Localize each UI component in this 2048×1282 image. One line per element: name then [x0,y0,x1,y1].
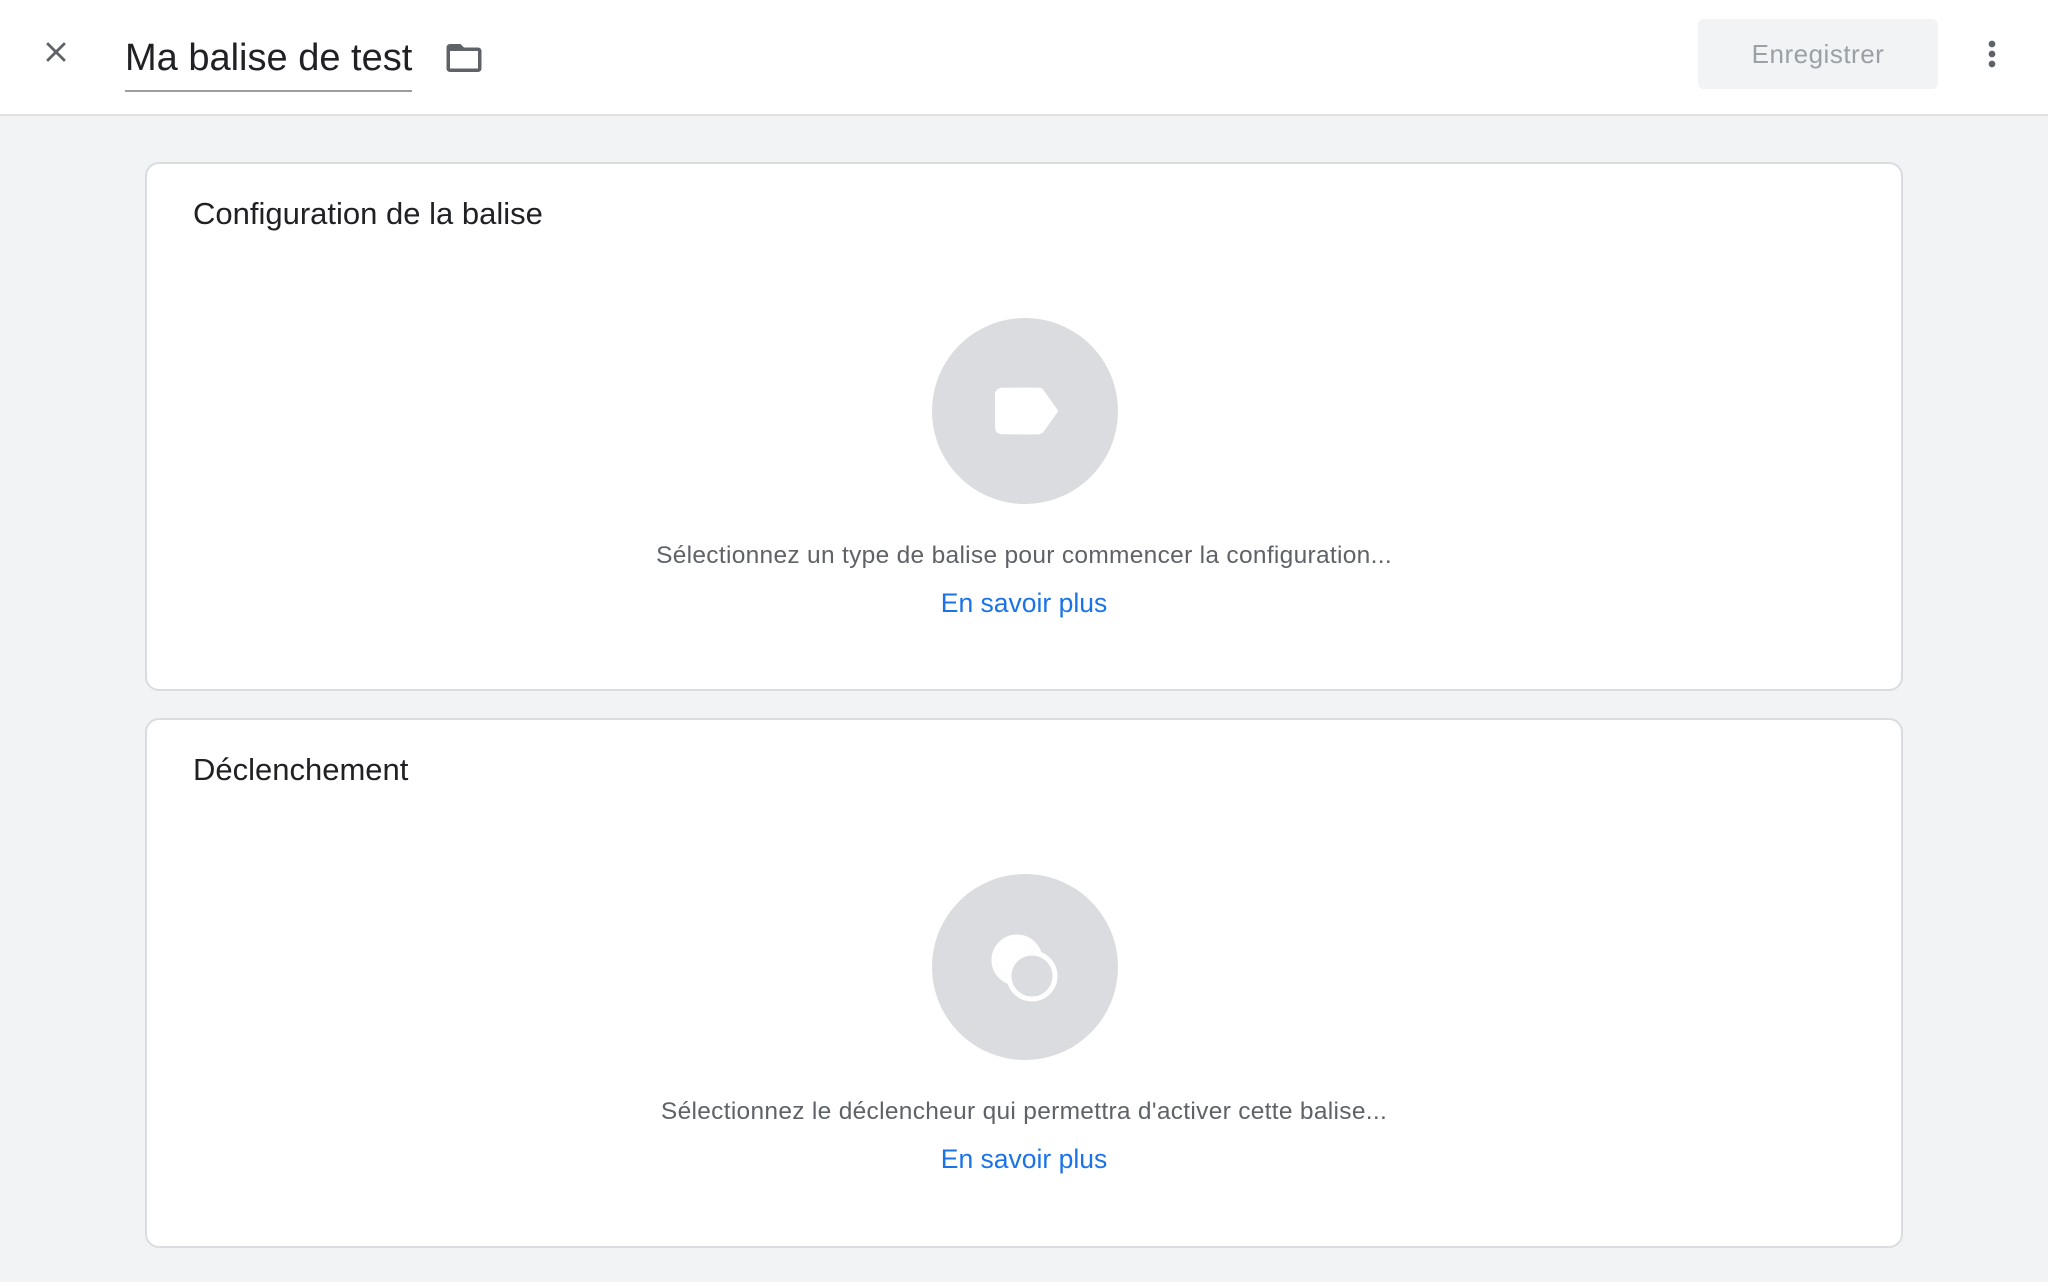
folder-icon [446,44,482,72]
tag-name-title[interactable]: Ma balise de test [125,39,412,77]
learn-more-link[interactable]: En savoir plus [941,1144,1107,1174]
tag-name-field[interactable]: Ma balise de test [125,26,413,92]
folder-button[interactable] [436,30,492,86]
tag-icon [995,387,1059,435]
learn-more-link-wrap: En savoir plus [147,588,1901,619]
close-icon [46,42,66,62]
card-description: Sélectionnez le déclencheur qui permettr… [660,1098,1388,1125]
trigger-icon [991,934,1058,1002]
top-bar: Ma balise de test Enregistrer [0,0,2048,116]
triggering-card[interactable]: Déclenchement Sélectionnez le déclencheu… [145,718,1903,1248]
more-options-button[interactable] [1966,22,2018,86]
close-button[interactable] [26,22,86,82]
card-title: Déclenchement [193,752,409,787]
card-description: Sélectionnez un type de balise pour comm… [656,542,1392,569]
more-vert-icon [1988,40,1996,68]
card-title: Configuration de la balise [193,196,543,231]
learn-more-link-wrap: En savoir plus [147,1144,1901,1175]
save-button[interactable]: Enregistrer [1698,19,1938,89]
learn-more-link[interactable]: En savoir plus [941,588,1107,618]
select-tag-type-button[interactable] [932,318,1118,504]
tag-configuration-card[interactable]: Configuration de la balise Sélectionnez … [145,162,1903,691]
select-trigger-button[interactable] [932,874,1118,1060]
